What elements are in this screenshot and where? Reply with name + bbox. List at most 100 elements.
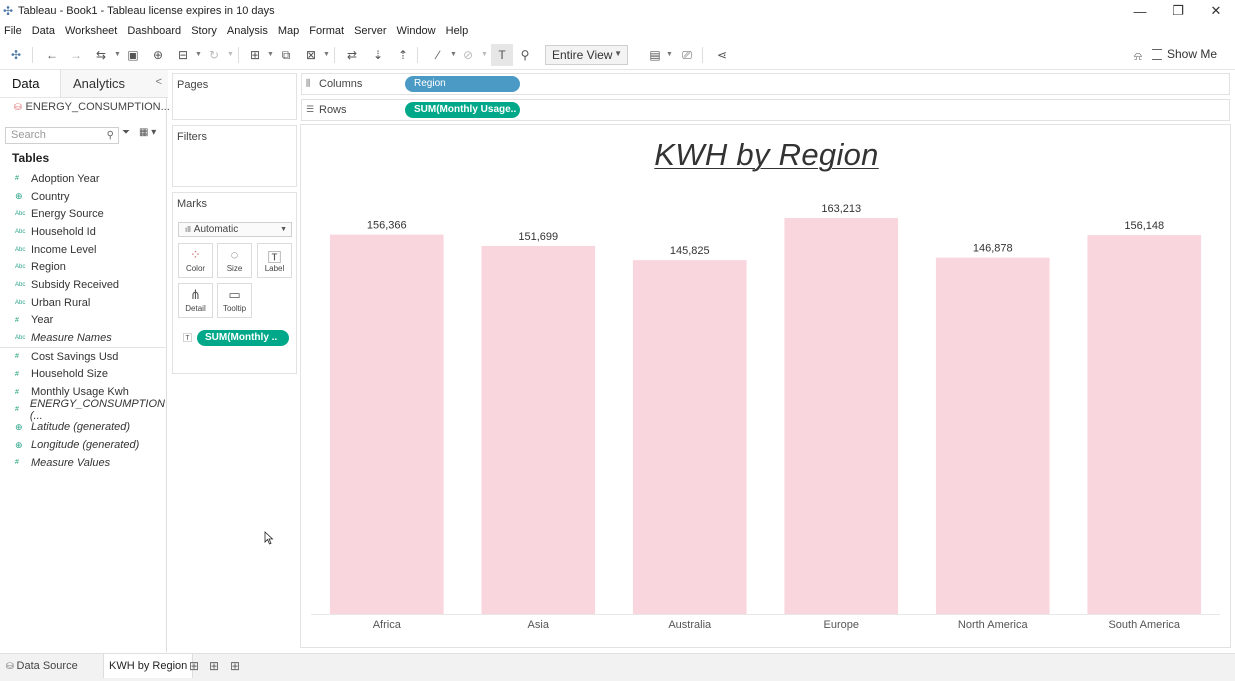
menu-worksheet[interactable]: Worksheet — [60, 25, 122, 37]
columns-shelf[interactable]: ⫼ Columns Region — [301, 73, 1230, 95]
field-item[interactable]: Abc Region — [0, 258, 167, 276]
datasource-item[interactable]: ⛁ ENERGY_CONSUMPTION... — [14, 101, 170, 113]
bar[interactable] — [1087, 235, 1202, 614]
tableau-home-icon[interactable]: ✣ — [5, 44, 27, 66]
bar-chart[interactable]: 156,366 Africa 151,699 Asia 145,825 Australia… — [301, 125, 1230, 647]
x-tick-label[interactable]: Europe — [824, 619, 859, 631]
field-item[interactable]: Abc Income Level — [0, 241, 167, 259]
x-tick-label[interactable]: Asia — [528, 619, 550, 631]
columns-region-pill[interactable]: Region — [405, 76, 520, 92]
minimize-button[interactable]: — — [1121, 0, 1159, 22]
bar[interactable] — [784, 218, 899, 614]
field-item[interactable]: Abc Measure Names — [0, 329, 167, 347]
new-dashboard-icon[interactable]: ⊞ — [209, 659, 219, 673]
menu-format[interactable]: Format — [304, 25, 349, 37]
menu-data[interactable]: Data — [27, 25, 60, 37]
worksheet-view[interactable]: KWH by Region 156,366 Africa 151,699 Asia 14… — [300, 124, 1231, 648]
label-button[interactable]: 🅃 Label — [257, 243, 292, 278]
size-icon: ◌ — [230, 247, 239, 262]
rows-measure-pill[interactable]: SUM(Monthly Usage.. — [405, 102, 520, 118]
new-worksheet-icon[interactable]: ⊞ — [189, 659, 199, 673]
field-item[interactable]: # Measure Values — [0, 454, 167, 472]
bar[interactable] — [481, 245, 596, 614]
x-tick-label[interactable]: North America — [958, 619, 1029, 631]
field-item[interactable]: # Cost Savings Usd — [0, 348, 167, 366]
show-cards-icon[interactable]: ▤ — [644, 44, 666, 66]
fix-axes-icon[interactable]: ⚲ — [514, 44, 536, 66]
show-me-button[interactable]: Show Me — [1151, 47, 1217, 61]
menu-story[interactable]: Story — [186, 25, 222, 37]
size-label: Size — [226, 264, 243, 273]
menu-analysis[interactable]: Analysis — [222, 25, 273, 37]
tab-data[interactable]: Data — [0, 70, 51, 97]
pages-card[interactable]: Pages — [172, 73, 297, 120]
field-item[interactable]: Abc Urban Rural — [0, 294, 167, 312]
field-item[interactable]: ⊕ Country — [0, 188, 167, 206]
field-item[interactable]: ⊕ Latitude (generated) — [0, 419, 167, 437]
tab-data-source[interactable]: ⛁ Data Source — [0, 654, 84, 678]
x-tick-label[interactable]: South America — [1108, 619, 1180, 631]
ask-data-icon[interactable]: ⍾ — [1127, 45, 1149, 67]
highlight-icon[interactable]: ∕ — [427, 44, 449, 66]
show-mark-labels-icon[interactable]: T — [491, 44, 513, 66]
new-story-icon[interactable]: ⊞ — [230, 659, 240, 673]
menu-server[interactable]: Server — [349, 25, 391, 37]
bar-chart-icon: ıll — [185, 225, 191, 234]
field-item[interactable]: # ENERGY_CONSUMPTION (... — [0, 398, 167, 422]
filter-icon[interactable]: ⏷ — [122, 127, 130, 138]
rows-shelf[interactable]: ☰ Rows SUM(Monthly Usage.. — [301, 99, 1230, 121]
bar[interactable] — [632, 260, 747, 614]
field-item[interactable]: Abc Subsidy Received — [0, 276, 167, 294]
bar[interactable] — [935, 257, 1050, 614]
new-datasource-icon[interactable]: ⊕ — [147, 44, 169, 66]
tooltip-button[interactable]: ▭ Tooltip — [217, 283, 252, 318]
mark-type-dropdown[interactable]: ıll Automatic ▼ — [178, 222, 292, 237]
color-button[interactable]: ⁘ Color — [178, 243, 213, 278]
bar[interactable] — [329, 234, 444, 614]
number-type-icon: # — [15, 388, 19, 396]
menu-map[interactable]: Map — [273, 25, 304, 37]
field-item[interactable]: Abc Energy Source — [0, 205, 167, 223]
field-name: Income Level — [31, 243, 97, 256]
tab-kwh-by-region[interactable]: KWH by Region — [103, 654, 194, 678]
collapse-pane-icon[interactable]: < — [156, 76, 162, 88]
menu-file[interactable]: File — [0, 25, 27, 37]
refresh-icon[interactable]: ↻ — [203, 44, 225, 66]
field-item[interactable]: # Year — [0, 312, 167, 330]
redo-icon[interactable]: → — [65, 44, 87, 66]
tab-analytics[interactable]: Analytics — [60, 70, 168, 98]
field-item[interactable]: Abc Household Id — [0, 223, 167, 241]
replay-icon[interactable]: ⇆ — [90, 44, 112, 66]
detail-button[interactable]: ⋔ Detail — [178, 283, 213, 318]
save-icon[interactable]: ▣ — [122, 44, 144, 66]
fit-dropdown[interactable]: Entire View ▼ — [545, 45, 628, 65]
x-tick-label[interactable]: Africa — [373, 619, 402, 631]
share-icon[interactable]: ⋖ — [711, 44, 733, 66]
swap-rows-columns-icon[interactable]: ⇄ — [341, 44, 363, 66]
field-item[interactable]: ⊕ Longitude (generated) — [0, 436, 167, 454]
undo-icon[interactable]: ← — [41, 44, 63, 66]
menu-window[interactable]: Window — [392, 25, 441, 37]
field-item[interactable]: # Household Size — [0, 366, 167, 384]
sort-ascending-icon[interactable]: ⇣ — [367, 44, 389, 66]
view-options-icon[interactable]: ▦ ▾ — [139, 127, 156, 138]
size-button[interactable]: ◌ Size — [217, 243, 252, 278]
field-search-input[interactable]: Search ⚲ — [5, 127, 119, 144]
restore-button[interactable]: ❐ — [1159, 0, 1197, 22]
new-worksheet-icon[interactable]: ⊞ — [244, 44, 266, 66]
sort-descending-icon[interactable]: ⇡ — [392, 44, 414, 66]
string-type-icon: Abc — [15, 246, 26, 253]
menu-help[interactable]: Help — [441, 25, 474, 37]
pause-updates-icon[interactable]: ⊟ — [172, 44, 194, 66]
label-encoding-icon: 🅃 — [183, 333, 193, 343]
presentation-mode-icon[interactable]: ⎚ — [676, 44, 698, 66]
duplicate-icon[interactable]: ⧉ — [275, 44, 297, 66]
group-members-icon[interactable]: ⊘ — [457, 44, 479, 66]
marks-measure-pill[interactable]: SUM(Monthly .. — [197, 330, 289, 346]
x-tick-label[interactable]: Australia — [668, 619, 712, 631]
filters-card[interactable]: Filters — [172, 125, 297, 187]
field-item[interactable]: # Adoption Year — [0, 170, 167, 188]
clear-sheet-icon[interactable]: ⊠ — [300, 44, 322, 66]
menu-dashboard[interactable]: Dashboard — [122, 25, 186, 37]
close-button[interactable]: ✕ — [1197, 0, 1235, 22]
